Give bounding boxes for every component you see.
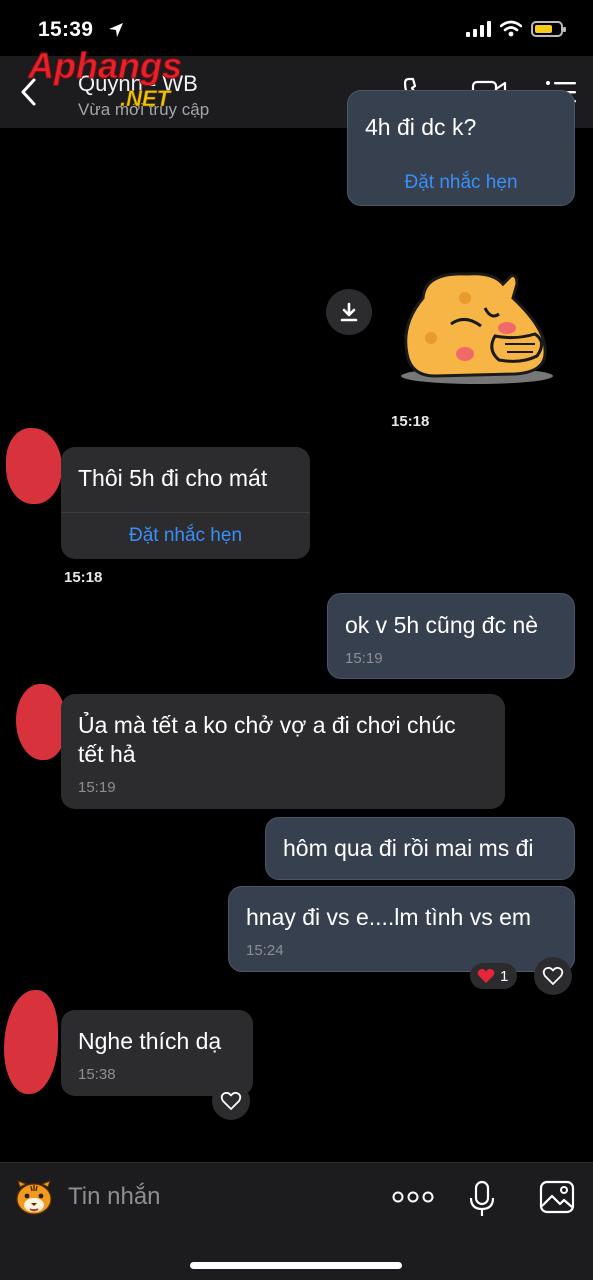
avatar[interactable]: [16, 684, 66, 760]
more-dots-icon[interactable]: [392, 1189, 434, 1205]
reaction-badge[interactable]: 1: [470, 963, 518, 989]
set-reminder-link[interactable]: Đặt nhắc hẹn: [61, 525, 310, 547]
home-indicator[interactable]: [190, 1262, 402, 1269]
message-text: Thôi 5h đi cho mát: [78, 465, 268, 491]
message-text: Ủa mà tết a ko chở vợ a đi chơi chúc: [78, 712, 456, 738]
message-bubble-outgoing[interactable]: hnay đi vs e....lm tình vs em 15:24: [228, 886, 575, 972]
react-heart-button[interactable]: [212, 1082, 250, 1120]
composer-bar: Tin nhắn: [0, 1162, 593, 1280]
message-text: hnay đi vs e....lm tình vs em: [246, 904, 532, 930]
cellular-signal-icon: [466, 20, 491, 37]
svg-text:Aphangs: Aphangs: [28, 45, 182, 86]
message-timestamp: 15:24: [246, 942, 284, 959]
microphone-icon[interactable]: [469, 1180, 495, 1218]
message-bubble-incoming[interactable]: Thôi 5h đi cho mát Đặt nhắc hẹn: [61, 447, 310, 559]
message-bubble-outgoing[interactable]: hôm qua đi rồi mai ms đi: [265, 817, 575, 880]
message-bubble-outgoing[interactable]: 4h đi dc k? Đặt nhắc hẹn: [347, 90, 575, 206]
tiger-sticker-icon[interactable]: [14, 1179, 54, 1217]
heart-icon: [542, 966, 564, 985]
message-text: ok v 5h cũng đc nè: [345, 612, 539, 638]
message-timestamp: 15:19: [345, 650, 383, 667]
battery-icon: [531, 20, 566, 37]
image-icon[interactable]: [539, 1180, 575, 1214]
avatar[interactable]: [4, 990, 58, 1094]
location-arrow-icon: [109, 23, 123, 37]
message-bubble-outgoing[interactable]: ok v 5h cũng đc nè 15:19: [327, 593, 575, 679]
sleeping-cat-sticker[interactable]: [395, 268, 555, 388]
watermark-logo: Aphangs .NET: [28, 45, 183, 111]
message-timestamp: 15:19: [78, 779, 116, 796]
download-icon: [340, 302, 358, 322]
message-timestamp: 15:18: [64, 569, 103, 586]
reaction-count: 1: [500, 967, 509, 985]
message-timestamp: 15:38: [78, 1066, 116, 1083]
set-reminder-link[interactable]: Đặt nhắc hẹn: [348, 172, 574, 194]
message-text: Nghe thích dạ: [78, 1028, 222, 1054]
status-time: 15:39: [38, 18, 94, 41]
react-heart-button[interactable]: [534, 957, 572, 995]
heart-icon: [477, 969, 495, 983]
message-text: tết hả: [78, 741, 136, 767]
wifi-icon: [500, 20, 522, 37]
message-bubble-incoming[interactable]: Ủa mà tết a ko chở vợ a đi chơi chúc tết…: [61, 694, 505, 809]
message-text: 4h đi dc k?: [365, 114, 477, 140]
message-text: hôm qua đi rồi mai ms đi: [283, 835, 534, 861]
svg-text:.NET: .NET: [120, 86, 172, 110]
download-button[interactable]: [326, 289, 372, 335]
sticker-timestamp: 15:18: [391, 413, 430, 430]
message-input[interactable]: Tin nhắn: [68, 1183, 161, 1211]
heart-icon: [220, 1091, 242, 1110]
avatar[interactable]: [6, 428, 62, 504]
